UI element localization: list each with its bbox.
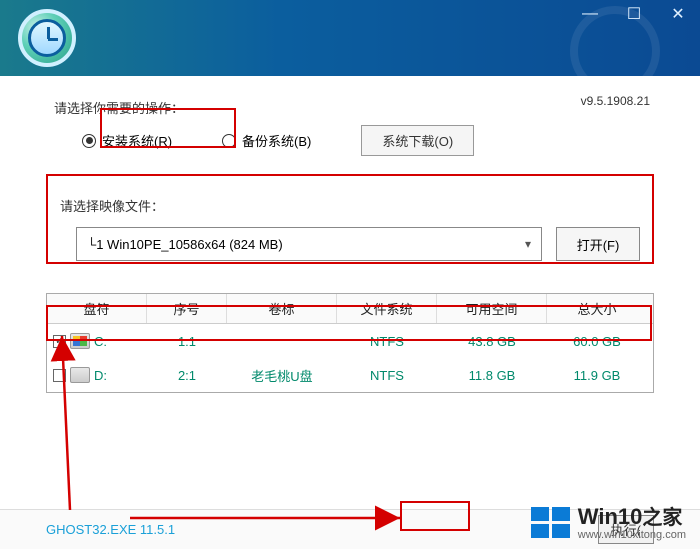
drive-hdd-icon — [70, 367, 90, 383]
cell-fs: NTFS — [337, 334, 437, 349]
radio-backup-label: 备份系统(B) — [242, 131, 311, 150]
ghost-version: GHOST32.EXE 11.5.1 — [46, 522, 175, 537]
download-button[interactable]: 系统下载(O) — [361, 125, 474, 156]
app-logo — [18, 9, 76, 67]
th-free: 可用空间 — [437, 294, 547, 323]
content-area: v9.5.1908.21 请选择你需要的操作： 安装系统(R) 备份系统(B) … — [0, 76, 700, 393]
image-combobox[interactable]: └1 Win10PE_10586x64 (824 MB) ▾ — [76, 227, 542, 261]
drive-table: 盘符 序号 卷标 文件系统 可用空间 总大小 ✓ C: 1:1 NTFS 43.… — [46, 293, 654, 393]
th-drive: 盘符 — [47, 294, 147, 323]
radio-install[interactable]: 安装系统(R) — [82, 131, 172, 150]
image-section: 请选择映像文件： └1 Win10PE_10586x64 (824 MB) ▾ … — [46, 180, 654, 281]
close-button[interactable]: ✕ — [656, 0, 700, 28]
cell-index: 1:1 — [147, 334, 227, 349]
radio-backup[interactable]: 备份系统(B) — [222, 131, 311, 150]
radio-icon — [222, 134, 236, 148]
maximize-button[interactable]: ☐ — [612, 0, 656, 28]
cell-free: 11.8 GB — [437, 368, 547, 383]
operation-radio-group: 安装系统(R) 备份系统(B) — [82, 131, 311, 150]
open-button[interactable]: 打开(F) — [556, 227, 640, 261]
version-label: v9.5.1908.21 — [581, 94, 650, 108]
cell-index: 2:1 — [147, 368, 227, 383]
operation-prompt: 请选择你需要的操作： — [54, 98, 184, 117]
cell-drive: C: — [94, 334, 107, 349]
image-prompt: 请选择映像文件： — [60, 196, 640, 215]
titlebar: — ☐ ✕ — [0, 0, 700, 76]
operation-row: 请选择你需要的操作： — [46, 98, 654, 117]
cell-fs: NTFS — [337, 368, 437, 383]
drive-windows-icon — [70, 333, 90, 349]
cell-total: 11.9 GB — [547, 368, 647, 383]
th-index: 序号 — [147, 294, 227, 323]
table-row[interactable]: D: 2:1 老毛桃U盘 NTFS 11.8 GB 11.9 GB — [47, 358, 653, 392]
cell-drive: D: — [94, 368, 107, 383]
th-label: 卷标 — [227, 294, 337, 323]
window-controls: — ☐ ✕ — [568, 0, 700, 28]
cell-total: 60.0 GB — [547, 334, 647, 349]
open-button-label: 打开(F) — [577, 235, 620, 254]
checkbox-icon[interactable]: ✓ — [53, 335, 66, 348]
radio-icon — [82, 134, 96, 148]
table-row[interactable]: ✓ C: 1:1 NTFS 43.8 GB 60.0 GB — [47, 324, 653, 358]
cell-label: 老毛桃U盘 — [227, 366, 337, 385]
radio-install-label: 安装系统(R) — [102, 131, 172, 150]
execute-button[interactable]: 执行( — [598, 515, 654, 544]
minimize-button[interactable]: — — [568, 0, 612, 28]
footer: GHOST32.EXE 11.5.1 执行( — [0, 509, 700, 549]
checkbox-icon[interactable] — [53, 369, 66, 382]
table-header: 盘符 序号 卷标 文件系统 可用空间 总大小 — [47, 294, 653, 324]
chevron-down-icon: ▾ — [525, 237, 531, 251]
image-selected: └1 Win10PE_10586x64 (824 MB) — [87, 237, 283, 252]
cell-free: 43.8 GB — [437, 334, 547, 349]
th-total: 总大小 — [547, 294, 647, 323]
th-fs: 文件系统 — [337, 294, 437, 323]
